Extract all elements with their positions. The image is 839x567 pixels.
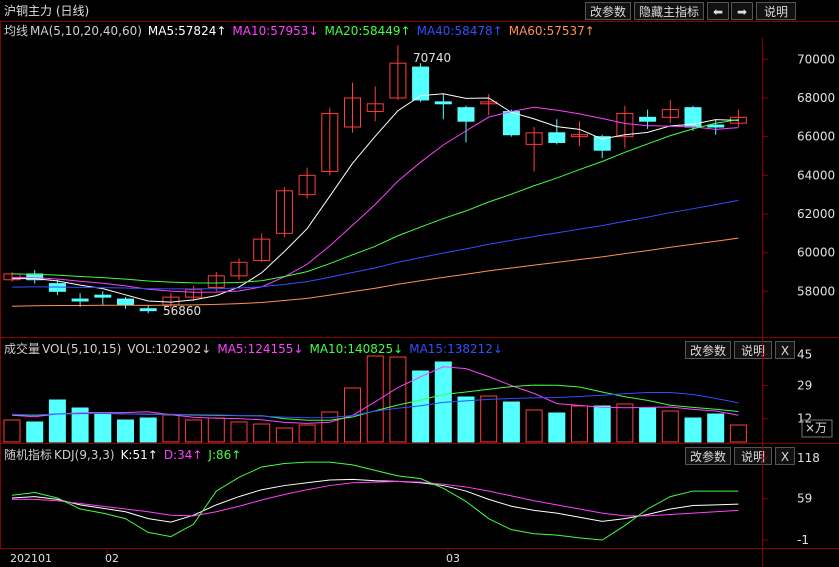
- price-axis: 70000 68000 66000 64000 62000 60000 58000: [763, 52, 835, 298]
- volume-ma15-line: [11, 391, 739, 419]
- volume-bar: [571, 405, 588, 443]
- volume-bar: [139, 417, 157, 443]
- volume-bar: [616, 403, 634, 443]
- candle-body: [548, 132, 566, 143]
- volume-bar: [94, 412, 112, 443]
- volume-ma10-line: [11, 384, 739, 421]
- ma20-line: [11, 119, 739, 284]
- candle-body: [139, 308, 157, 312]
- volume-bar: [298, 424, 316, 443]
- high-price-label: 70740: [413, 51, 451, 65]
- price-tick-label: 62000: [797, 207, 835, 221]
- candle-body: [639, 116, 657, 122]
- volume-bar: [26, 421, 44, 443]
- volume-bar: [525, 409, 543, 443]
- volume-bar: [117, 419, 134, 443]
- low-price-label: 56860: [163, 304, 201, 318]
- volume-bar: [162, 414, 180, 443]
- volume-bar: [321, 411, 339, 443]
- price-tick-label: 68000: [797, 91, 835, 105]
- volume-ma-lines: [11, 366, 739, 424]
- volume-bar: [502, 401, 520, 443]
- volume-bar: [661, 410, 679, 443]
- volume-axis: 452912: [763, 347, 812, 426]
- price-tick-label: 60000: [797, 246, 835, 260]
- candle-body: [502, 111, 520, 136]
- volume-bar: [185, 419, 203, 443]
- chart-canvas[interactable]: 70000 68000 66000 64000 62000 60000 58000 45 29…: [0, 0, 839, 567]
- price-tick-label: 58000: [797, 284, 835, 298]
- ma10-line: [11, 106, 739, 293]
- ma5-line: [12, 93, 739, 303]
- kdj-axis: 118 59 -1: [763, 451, 820, 547]
- candlesticks: [3, 45, 747, 314]
- kdj-j-line: [11, 461, 739, 541]
- candle-body: [457, 107, 475, 122]
- volume-bar: [480, 395, 498, 443]
- price-tick-label: 66000: [797, 130, 835, 144]
- volume-bar: [707, 413, 725, 443]
- volume-bar: [48, 399, 66, 443]
- volume-tick-label: 45: [797, 347, 812, 361]
- volume-tick-label: 29: [797, 378, 812, 392]
- volume-bar: [3, 419, 21, 443]
- x-label-feb: 02: [105, 552, 119, 565]
- volume-bar: [366, 355, 384, 443]
- candle-body: [71, 298, 89, 302]
- kdj-tick-label: -1: [797, 533, 809, 547]
- volume-bar: [230, 421, 248, 443]
- volume-bar: [457, 396, 475, 443]
- x-label-jan: 202101: [10, 552, 52, 565]
- kdj-tick-label: 118: [797, 451, 820, 465]
- kdj-tick-label: 59: [797, 492, 812, 506]
- moving-average-lines: [11, 93, 739, 307]
- volume-bar: [275, 427, 293, 443]
- volume-bar: [639, 407, 657, 443]
- volume-bar: [729, 424, 747, 443]
- volume-bar: [593, 405, 611, 443]
- volume-bar: [207, 417, 225, 443]
- kdj-lines: [11, 461, 739, 541]
- candle-body: [707, 124, 725, 128]
- volume-bar: [253, 423, 271, 443]
- ma60-line: [11, 237, 739, 307]
- x-label-mar: 03: [446, 552, 460, 565]
- volume-unit-label: ×万: [805, 421, 827, 435]
- volume-bar: [684, 417, 702, 443]
- volume-ma5-line: [11, 366, 739, 424]
- panel-frames: [0, 21, 839, 567]
- volume-bars: [3, 355, 747, 443]
- price-tick-label: 64000: [797, 168, 835, 182]
- candle-body: [94, 294, 112, 298]
- price-tick-label: 70000: [797, 52, 835, 66]
- volume-bar: [548, 412, 566, 443]
- ma40-line: [11, 199, 739, 290]
- candle-body: [117, 298, 134, 306]
- volume-bar: [389, 356, 407, 443]
- candle-body: [434, 101, 452, 105]
